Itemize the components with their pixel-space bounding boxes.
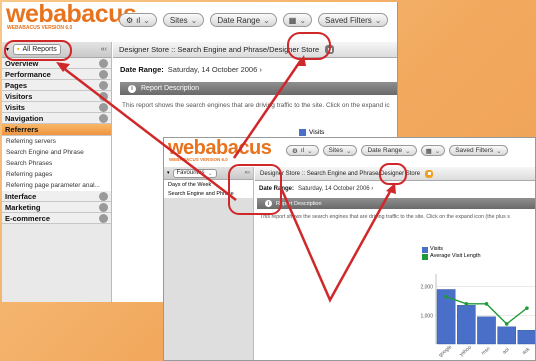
arrow-to-favourite-button [232, 59, 303, 159]
arrowhead [297, 55, 306, 66]
highlight-favourite-button [287, 32, 331, 60]
highlight-favourite-added-button [379, 163, 407, 185]
highlight-favourites-list [228, 164, 282, 215]
arrow-to-all-reports [61, 66, 237, 201]
arrow-from-favourites-to-button [280, 187, 394, 303]
highlight-all-reports [4, 40, 72, 61]
annotation-overlay [4, 32, 407, 303]
